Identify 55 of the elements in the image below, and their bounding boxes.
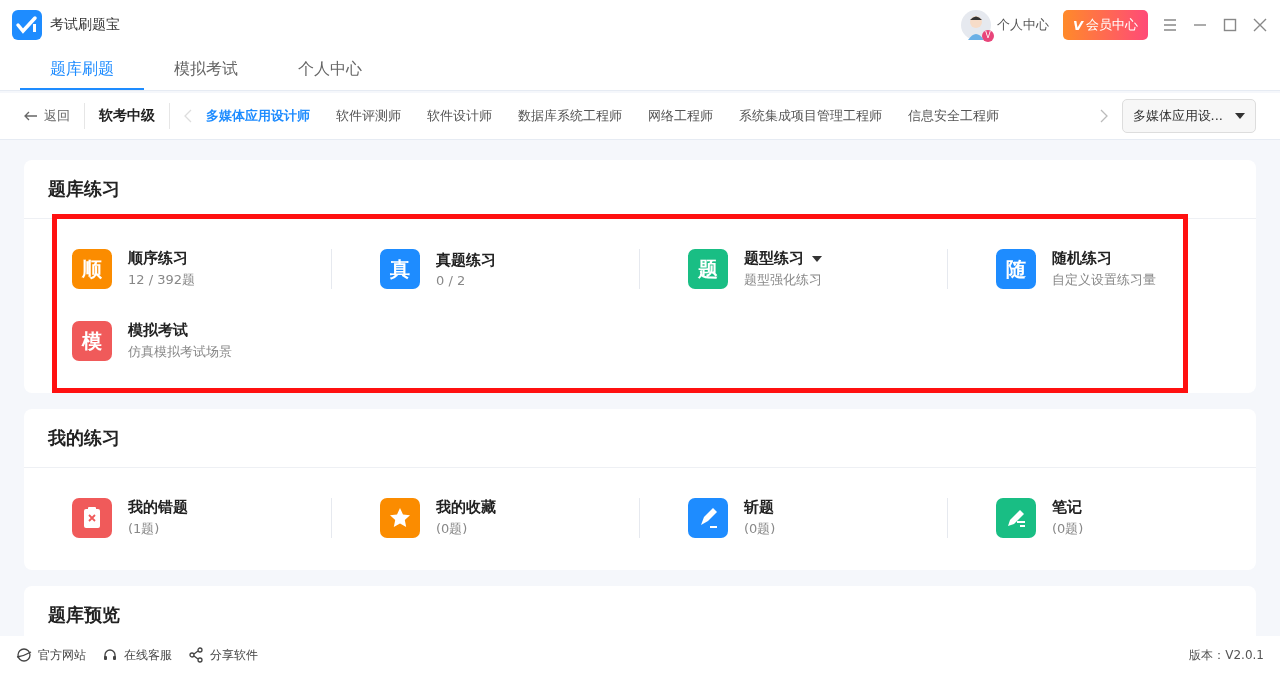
section-title: 题库练习 — [48, 177, 120, 201]
feature-subtitle: 自定义设置练习量 — [1052, 271, 1156, 289]
feature-title[interactable]: 笔记 — [1052, 498, 1082, 517]
category-tab[interactable]: 软件评测师 — [336, 107, 401, 125]
feature-subtitle: 0 / 2 — [436, 272, 466, 288]
back-button[interactable]: 返回 — [24, 107, 70, 125]
avatar-icon — [960, 10, 991, 40]
nav-tab[interactable]: 个人中心 — [268, 50, 392, 90]
app-title: 考试刷题宝 — [50, 16, 120, 34]
app-logo-icon — [12, 10, 42, 40]
globe-icon — [16, 647, 32, 663]
feature-subtitle: 仿真模拟考试场景 — [128, 343, 232, 361]
feature-subtitle: 题型强化练习 — [744, 271, 822, 289]
feature-icon[interactable] — [380, 498, 420, 538]
feature-subtitle: (0题) — [1052, 520, 1084, 538]
category-dropdown[interactable]: 多媒体应用设... — [1121, 99, 1256, 133]
user-center-link[interactable]: 个人中心 — [996, 16, 1049, 34]
category-tab[interactable]: 系统集成项目管理工程师 — [739, 107, 882, 125]
section-title: 题库预览 — [48, 603, 120, 627]
feature-title[interactable]: 我的错题 — [128, 498, 188, 517]
feature-title[interactable]: 题型练习 — [744, 249, 804, 268]
share-icon — [188, 647, 204, 663]
feature-title[interactable]: 模拟考试 — [128, 321, 188, 340]
feature-title[interactable]: 真题练习 — [436, 250, 496, 270]
dropdown-caret-icon[interactable] — [812, 255, 822, 262]
category-tab[interactable]: 信息安全工程师 — [908, 107, 999, 125]
footer-link[interactable]: 官方网站 — [16, 646, 86, 664]
close-icon[interactable] — [1252, 17, 1268, 33]
scroll-right-icon[interactable] — [1099, 109, 1108, 123]
category-tab[interactable]: 数据库系统工程师 — [518, 107, 622, 125]
nav-tab[interactable]: 模拟考试 — [144, 50, 268, 90]
section-title: 我的练习 — [48, 426, 120, 450]
level-label: 软考中级 — [99, 107, 155, 125]
feature-subtitle: (0题) — [744, 520, 776, 538]
category-tab[interactable]: 网络工程师 — [648, 107, 713, 125]
headset-icon — [102, 647, 118, 663]
feature-subtitle: (0题) — [436, 520, 468, 538]
feature-subtitle: 12 / 392题 — [128, 271, 195, 289]
footer-link[interactable]: 分享软件 — [188, 646, 258, 664]
feature-title[interactable]: 随机练习 — [1052, 249, 1112, 268]
menu-icon[interactable] — [1162, 17, 1178, 33]
category-tab[interactable]: 软件设计师 — [427, 107, 492, 125]
footer-link[interactable]: 在线客服 — [102, 646, 172, 664]
scroll-left-icon[interactable] — [184, 109, 192, 123]
feature-icon[interactable] — [688, 498, 728, 538]
feature-title[interactable]: 顺序练习 — [128, 249, 188, 268]
feature-icon[interactable] — [996, 498, 1036, 538]
feature-title[interactable]: 斩题 — [744, 498, 774, 517]
version-label: 版本：V2.0.1 — [1189, 646, 1264, 664]
feature-icon[interactable] — [72, 498, 112, 538]
maximize-icon[interactable] — [1222, 17, 1238, 33]
caret-icon — [1235, 113, 1245, 119]
back-arrow-icon — [24, 111, 38, 121]
feature-subtitle: (1题) — [128, 520, 160, 538]
feature-title[interactable]: 我的收藏 — [436, 498, 496, 517]
